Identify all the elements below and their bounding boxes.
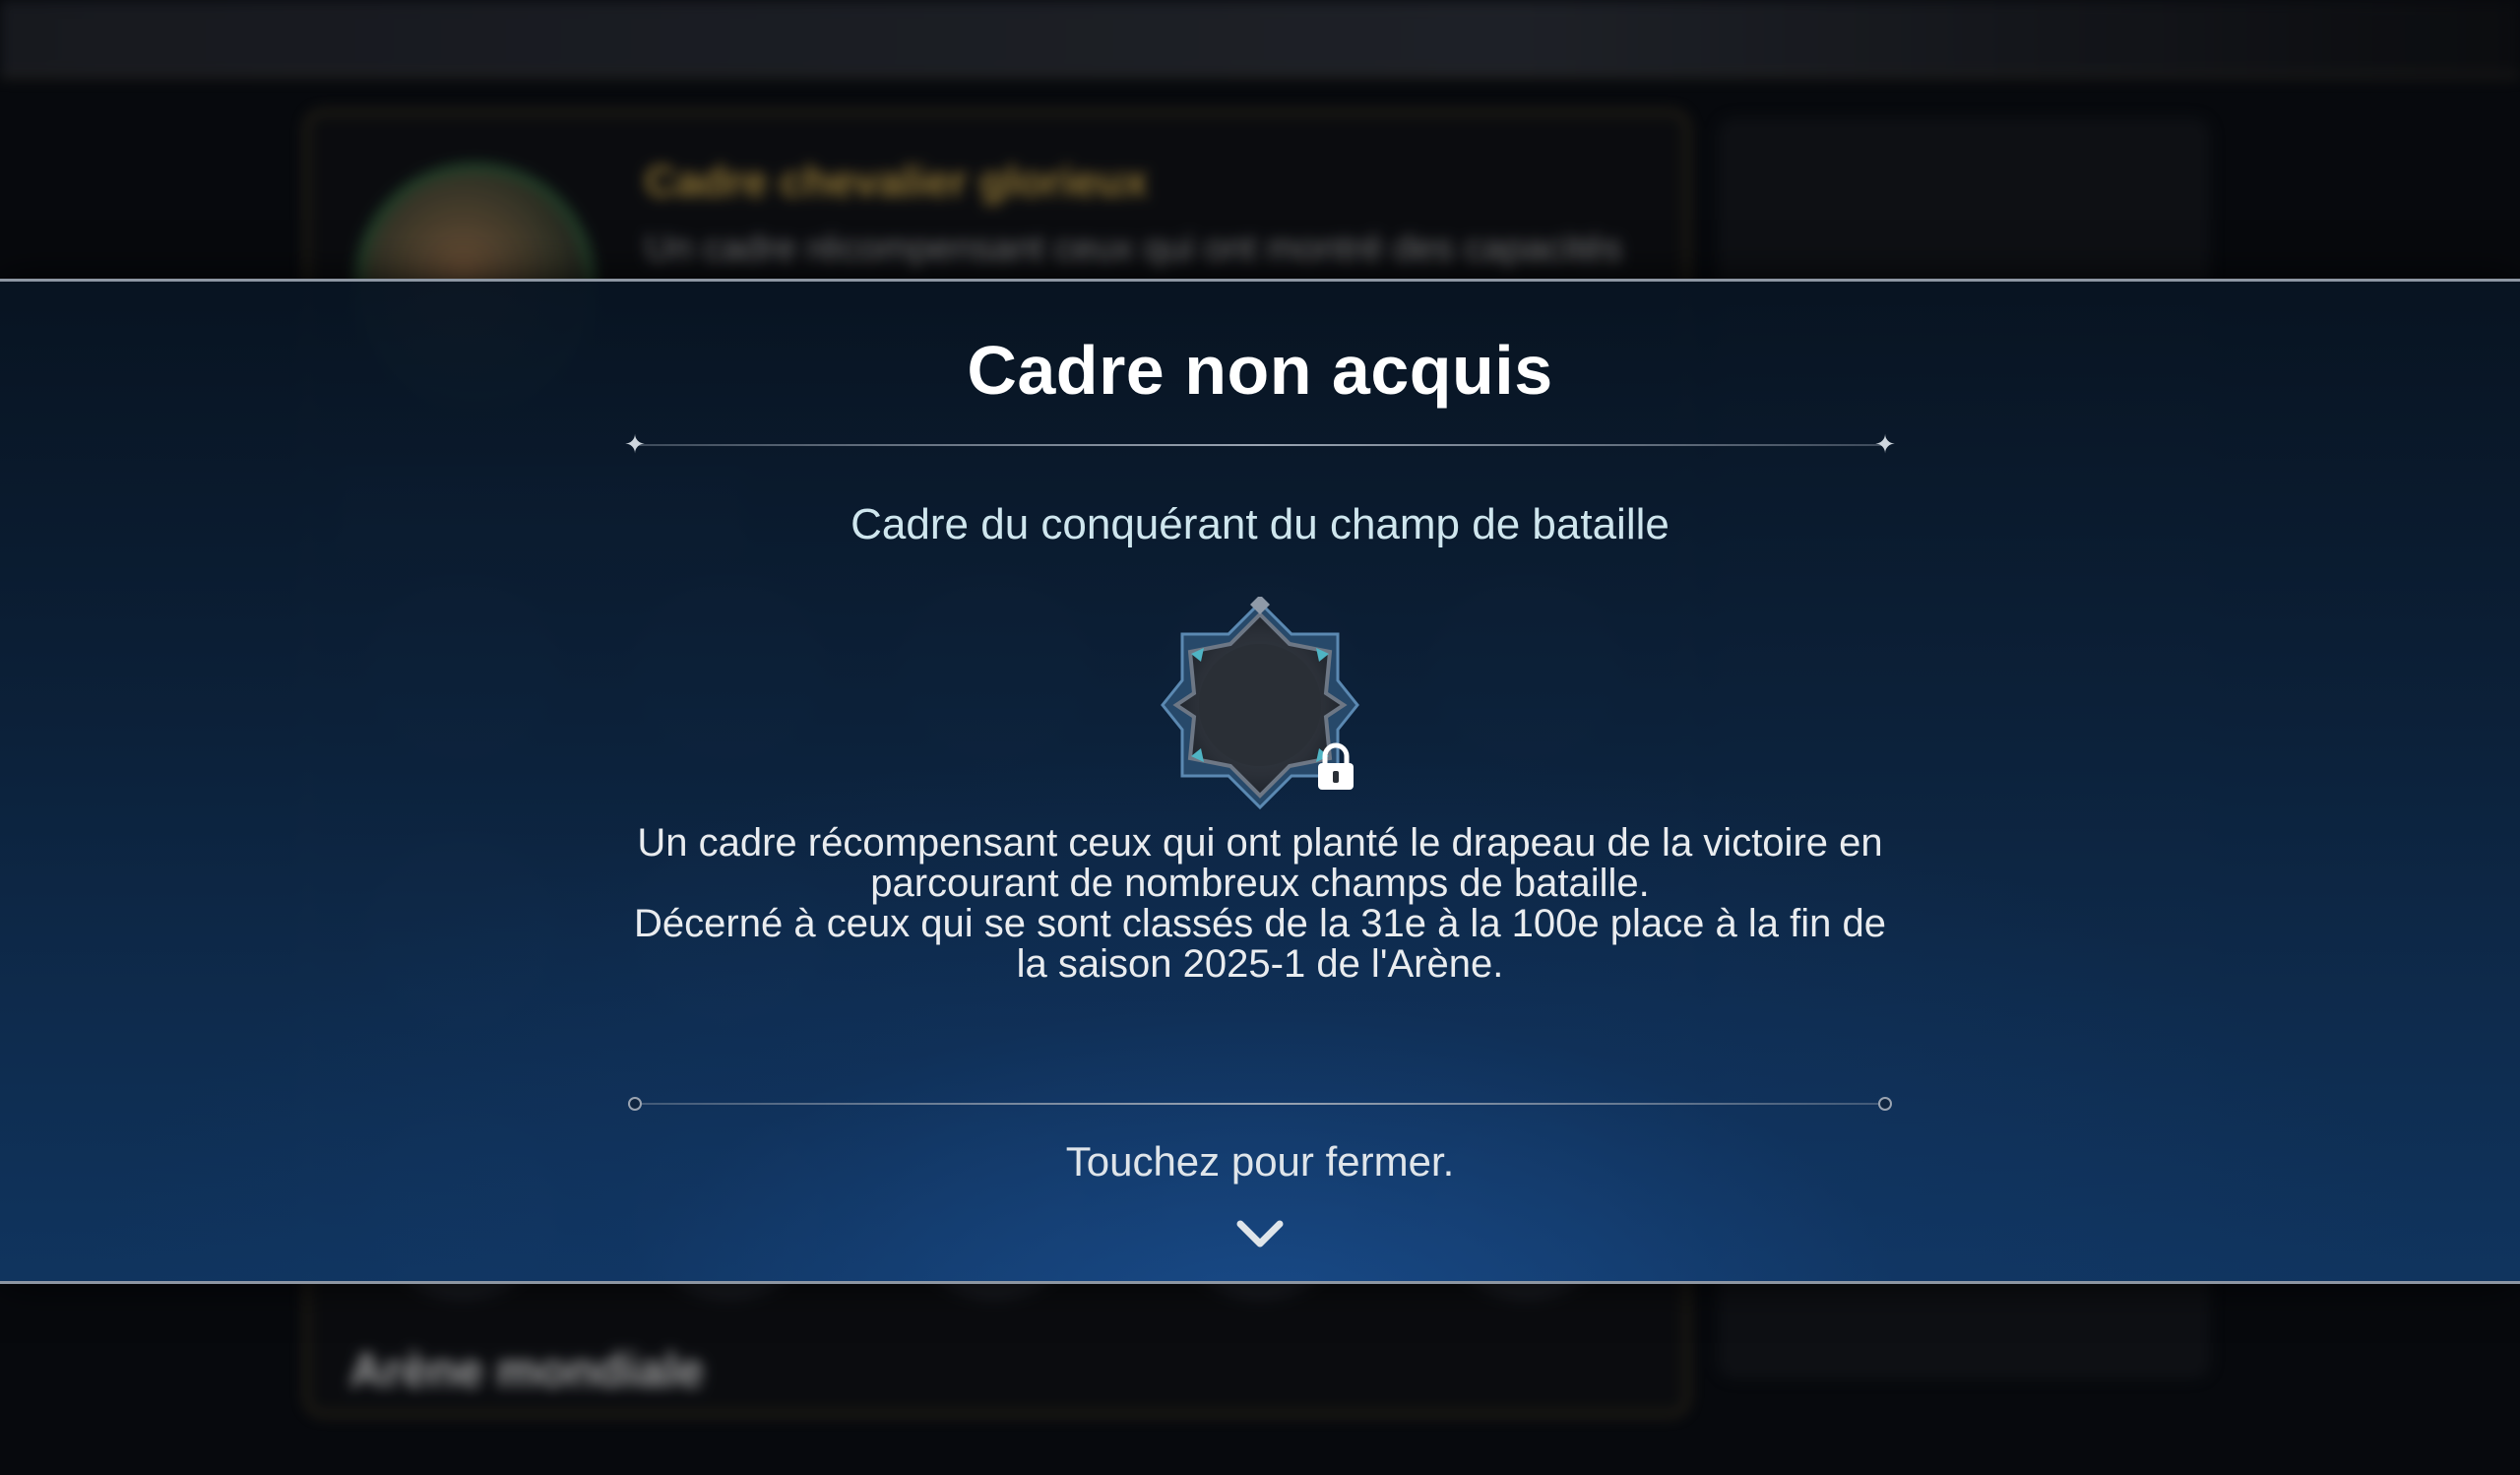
divider-star-icon: ✦ xyxy=(1874,429,1896,459)
divider-star-icon: ✦ xyxy=(624,429,646,459)
frame-name: Cadre du conquérant du champ de bataille xyxy=(850,500,1670,548)
section-title: Arène mondiale xyxy=(349,1345,705,1397)
top-bar xyxy=(0,0,2520,77)
close-hint[interactable]: Touchez pour fermer. xyxy=(0,1138,2520,1186)
frame-description: Un cadre récompensant ceux qui ont plant… xyxy=(630,823,1890,985)
selected-frame-description: Un cadre récompensant ceux qui ont montr… xyxy=(645,228,1622,270)
title-divider: ✦ ✦ xyxy=(624,430,1896,458)
description-text: Un cadre récompensant ceux qui ont plant… xyxy=(637,821,1883,905)
divider-dot-icon xyxy=(628,1097,642,1111)
divider-dot-icon xyxy=(1878,1097,1892,1111)
chevron-down-icon[interactable] xyxy=(1235,1217,1285,1251)
modal-title: Cadre non acquis xyxy=(967,332,1553,409)
frame-info-modal[interactable]: Cadre non acquis ✦ ✦ Cadre du conquérant… xyxy=(0,279,2520,1284)
description-text: Décerné à ceux qui se sont classés de la… xyxy=(634,902,1886,986)
screen: Cadre chevalier glorieux Un cadre récomp… xyxy=(0,0,2520,1475)
selected-frame-title: Cadre chevalier glorieux xyxy=(645,158,1149,206)
lock-icon xyxy=(1318,742,1354,790)
bottom-divider xyxy=(628,1097,1892,1111)
